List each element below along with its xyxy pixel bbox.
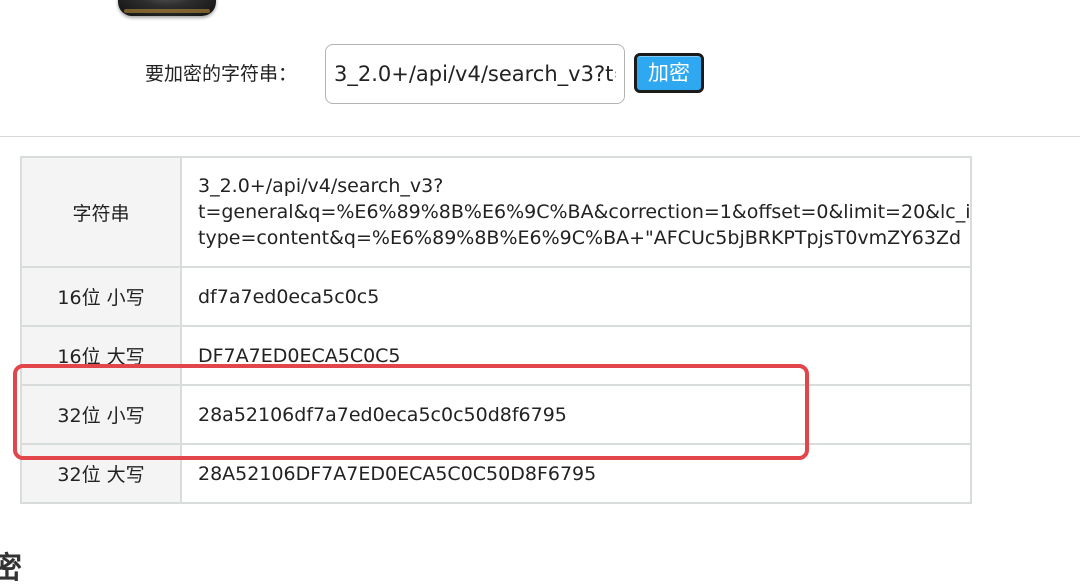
row-label: 字符串	[20, 156, 182, 268]
table-row-32-lower: 32位 小写 28a52106df7a7ed0eca5c0c50d8f6795	[20, 384, 973, 445]
table-row-16-lower: 16位 小写 df7a7ed0eca5c0c5	[20, 266, 973, 327]
row-label: 16位 小写	[20, 266, 182, 327]
divider	[0, 136, 1080, 137]
hash-16-upper-value: DF7A7ED0ECA5C0C5	[179, 325, 973, 386]
input-string-line: t=general&q=%E6%89%8B%E6%9C%BA&correctio…	[198, 201, 971, 223]
input-string-line: type=content&q=%E6%89%8B%E6%9C%BA+"AFCUc…	[198, 227, 962, 249]
input-label: 要加密的字符串：	[145, 63, 298, 85]
row-label: 32位 小写	[20, 384, 182, 445]
encrypt-button[interactable]: 加密	[634, 53, 704, 93]
result-table: 字符串 3_2.0+/api/v4/search_v3? t=general&q…	[20, 156, 973, 504]
string-input[interactable]	[325, 44, 625, 104]
hash-16-lower-value: df7a7ed0eca5c0c5	[179, 266, 973, 327]
app-logo-icon	[118, 0, 216, 16]
input-string-line: 3_2.0+/api/v4/search_v3?	[198, 175, 444, 197]
hash-32-upper-value: 28A52106DF7A7ED0ECA5C0C50D8F6795	[179, 443, 973, 504]
input-string-value: 3_2.0+/api/v4/search_v3? t=general&q=%E6…	[179, 156, 973, 268]
row-label: 32位 大写	[20, 443, 182, 504]
section-heading-partial: 密	[0, 551, 22, 586]
table-row-32-upper: 32位 大写 28A52106DF7A7ED0ECA5C0C50D8F6795	[20, 443, 973, 504]
hash-32-lower-value: 28a52106df7a7ed0eca5c0c50d8f6795	[179, 384, 973, 445]
row-label: 16位 大写	[20, 325, 182, 386]
table-row-16-upper: 16位 大写 DF7A7ED0ECA5C0C5	[20, 325, 973, 386]
table-row-input-string: 字符串 3_2.0+/api/v4/search_v3? t=general&q…	[20, 156, 973, 268]
